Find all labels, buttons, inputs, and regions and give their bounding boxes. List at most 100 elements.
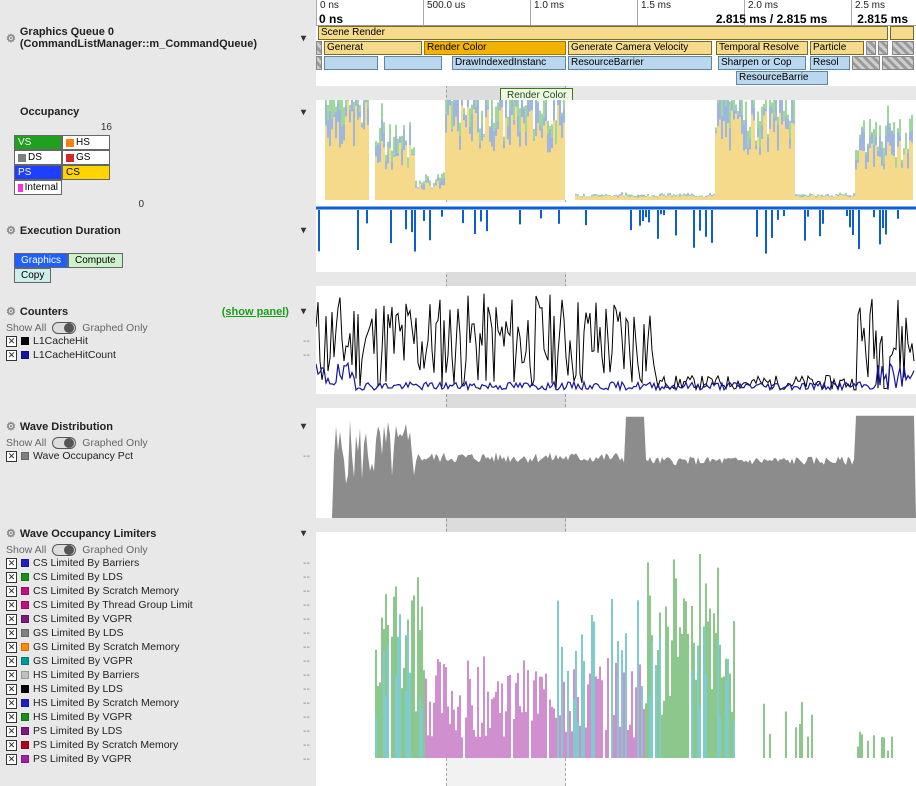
counter-row[interactable]: ✕ L1CacheHit -- [6,334,310,348]
counter-row[interactable]: ✕ GS Limited By VGPR -- [6,654,310,668]
counter-row[interactable]: ✕ HS Limited By Scratch Memory -- [6,696,310,710]
counter-label: Wave Occupancy Pct [33,450,299,462]
checkbox-icon[interactable]: ✕ [6,336,17,347]
checkbox-icon[interactable]: ✕ [6,670,17,681]
track-resourcebarrier[interactable]: ResourceBarrier [568,56,712,70]
track-drawindexed[interactable]: DrawIndexedInstanc [452,56,566,70]
checkbox-icon[interactable]: ✕ [6,451,17,462]
checkbox-icon[interactable]: ✕ [6,740,17,751]
counter-label: HS Limited By LDS [33,683,299,695]
chevron-down-icon[interactable]: ▾ [301,225,306,236]
gear-icon[interactable]: ⚙ [6,305,16,318]
occupancy-graph[interactable] [316,100,916,200]
counter-row[interactable]: ✕ CS Limited By Thread Group Limit -- [6,598,310,612]
checkbox-icon[interactable]: ✕ [6,754,17,765]
checkbox-icon[interactable]: ✕ [6,600,17,611]
chevron-down-icon[interactable]: ▾ [301,528,306,539]
graphed-only-toggle[interactable] [52,437,76,449]
wavedist-graph[interactable] [316,408,916,518]
checkbox-icon[interactable]: ✕ [6,656,17,667]
counter-value: -- [303,613,310,625]
checkbox-icon[interactable]: ✕ [6,642,17,653]
track-block[interactable] [890,26,914,40]
track-generate[interactable]: Generat [324,41,422,55]
section-limiters[interactable]: ⚙ Wave Occupancy Limiters ▾ [6,527,310,540]
counter-row[interactable]: ✕ GS Limited By LDS -- [6,626,310,640]
legend-copy: Copy [14,268,51,283]
track-resol[interactable]: Resol [810,56,850,70]
counter-value: -- [303,557,310,569]
gear-icon[interactable]: ⚙ [6,224,16,237]
sidebar: ⚙ Graphics Queue 0 (CommandListManager::… [0,0,316,786]
occupancy-min: 0 [6,199,146,210]
counter-row[interactable]: ✕ Wave Occupancy Pct -- [6,449,310,463]
counter-label: GS Limited By Scratch Memory [33,641,299,653]
chevron-down-icon[interactable]: ▾ [301,306,306,317]
section-graphics-queue[interactable]: ⚙ Graphics Queue 0 (CommandListManager::… [6,26,310,50]
legend-compute: Compute [68,253,123,268]
track-gen-cam-vel[interactable]: Generate Camera Velocity [568,41,712,55]
checkbox-icon[interactable]: ✕ [6,350,17,361]
track-sharpen[interactable]: Sharpen or Cop [718,56,806,70]
checkbox-icon[interactable]: ✕ [6,572,17,583]
timeline-panel: 0 ns500.0 us1.0 ms1.5 ms2.0 ms2.5 ms 0 n… [316,0,916,786]
track-render-color[interactable]: Render Color [424,41,566,55]
exec-title: Execution Duration [20,225,297,237]
track-particle[interactable]: Particle [810,41,864,55]
legend-gs: GS [62,150,110,165]
checkbox-icon[interactable]: ✕ [6,726,17,737]
limiters-title: Wave Occupancy Limiters [20,528,297,540]
event-tracks[interactable]: Scene Render Generat Render Color Genera… [316,26,916,86]
checkbox-icon[interactable]: ✕ [6,684,17,695]
chevron-down-icon[interactable]: ▾ [301,107,306,118]
counter-row[interactable]: ✕ CS Limited By LDS -- [6,570,310,584]
section-exec-duration[interactable]: ⚙ Execution Duration ▾ [6,224,310,237]
graphed-only-toggle[interactable] [52,322,76,334]
track-temporal[interactable]: Temporal Resolve [716,41,808,55]
gear-icon[interactable]: ⚙ [6,420,16,433]
track-scene-render[interactable]: Scene Render [318,26,888,40]
gear-icon[interactable]: ⚙ [6,32,16,45]
counter-row[interactable]: ✕ CS Limited By VGPR -- [6,612,310,626]
counter-label: CS Limited By LDS [33,571,299,583]
counter-row[interactable]: ✕ PS Limited By VGPR -- [6,752,310,766]
chevron-down-icon[interactable]: ▾ [301,421,306,432]
counter-row[interactable]: ✕ L1CacheHitCount -- [6,348,310,362]
checkbox-icon[interactable]: ✕ [6,628,17,639]
counters-graph[interactable] [316,286,916,394]
show-panel-link[interactable]: (show panel) [222,306,289,318]
counter-row[interactable]: ✕ PS Limited By Scratch Memory -- [6,738,310,752]
counter-row[interactable]: ✕ CS Limited By Scratch Memory -- [6,584,310,598]
counter-row[interactable]: ✕ HS Limited By LDS -- [6,682,310,696]
exec-graph[interactable] [316,202,916,272]
checkbox-icon[interactable]: ✕ [6,558,17,569]
limiters-graph[interactable] [316,532,916,758]
chevron-down-icon[interactable]: ▾ [301,33,306,44]
counter-row[interactable]: ✕ PS Limited By LDS -- [6,724,310,738]
counter-label: CS Limited By Barriers [33,557,299,569]
time-ruler[interactable]: 0 ns500.0 us1.0 ms1.5 ms2.0 ms2.5 ms 0 n… [316,0,916,26]
checkbox-icon[interactable]: ✕ [6,712,17,723]
checkbox-icon[interactable]: ✕ [6,614,17,625]
section-counters[interactable]: ⚙ Counters (show panel) ▾ [6,305,310,318]
counter-row[interactable]: ✕ GS Limited By Scratch Memory -- [6,640,310,654]
counter-row[interactable]: ✕ HS Limited By Barriers -- [6,668,310,682]
ruler-start: 0 ns [319,12,343,26]
counter-label: CS Limited By Scratch Memory [33,585,299,597]
track-resourcebarrier2[interactable]: ResourceBarrie [736,71,828,85]
color-swatch [21,699,29,707]
checkbox-icon[interactable]: ✕ [6,586,17,597]
gear-icon[interactable]: ⚙ [6,527,16,540]
counter-row[interactable]: ✕ HS Limited By VGPR -- [6,710,310,724]
occupancy-legend: VS HS DS GS PS CS Internal [14,135,310,195]
ruler-range: 2.815 ms / 2.815 ms 2.815 ms [716,12,908,26]
counter-label: HS Limited By VGPR [33,711,299,723]
section-wave-dist[interactable]: ⚙ Wave Distribution ▾ [6,420,310,433]
checkbox-icon[interactable]: ✕ [6,698,17,709]
graphed-only-toggle[interactable] [52,544,76,556]
graphed-only-label: Graphed Only [82,322,147,334]
section-occupancy[interactable]: Occupancy ▾ [6,106,310,118]
color-swatch [21,727,29,735]
counter-row[interactable]: ✕ CS Limited By Barriers -- [6,556,310,570]
counters-filter: Show All Graphed Only [6,322,310,334]
